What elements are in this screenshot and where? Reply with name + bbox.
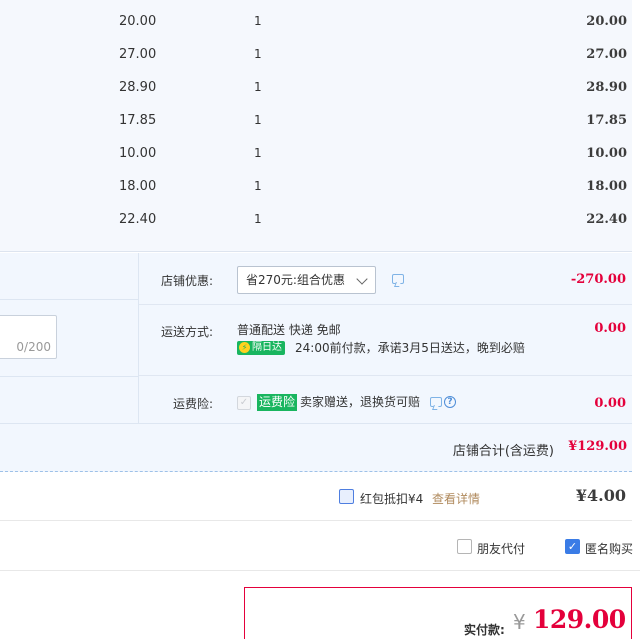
divider — [0, 376, 138, 377]
red-packet-value: ¥4.00 — [575, 486, 626, 505]
next-day-badge: ⚡ 隔日达 — [237, 341, 285, 355]
insurance-label: 运费险: — [173, 397, 214, 411]
actual-payment-value: 129.00 — [533, 605, 626, 634]
insurance-checkbox[interactable]: ✓ — [237, 396, 251, 410]
payment-summary-box: 实付款: ¥ 129.00 — [244, 587, 632, 639]
chat-bubble-icon[interactable] — [392, 274, 404, 284]
item-unit-price: 27.00 — [119, 47, 157, 62]
chevron-down-icon — [356, 273, 368, 285]
shop-total-row: 店铺合计(含运费) ¥129.00 — [0, 423, 632, 471]
payment-options-row: 朋友代付 ✓ 匿名购买 — [0, 522, 640, 571]
shop-total-value: ¥129.00 — [568, 439, 627, 454]
item-subtotal: 17.85 — [586, 113, 627, 128]
shipping-row: 运送方式: 普通配送 快递 免邮 ⚡ 隔日达 24:00前付款，承诺3月5日送达，… — [139, 305, 632, 376]
buyer-message-input[interactable]: 0/200 — [0, 315, 57, 359]
item-subtotal: 28.90 — [586, 80, 627, 95]
red-packet-label: 红包抵扣¥4 — [360, 492, 424, 506]
discount-amount: -270.00 — [570, 272, 626, 287]
shipping-promise: 24:00前付款，承诺3月5日送达，晚到必赔 — [295, 341, 525, 355]
item-row: 18.00 1 18.00 — [0, 170, 632, 203]
anonymous-checkbox[interactable]: ✓ — [565, 539, 580, 554]
shop-section: 0/200 店铺优惠: 省270元:组合优惠 -270.00 运送方式: 普通配… — [0, 253, 632, 472]
item-quantity: 1 — [254, 212, 262, 226]
discount-select[interactable]: 省270元:组合优惠 — [237, 266, 376, 294]
friend-pay-checkbox[interactable] — [457, 539, 472, 554]
item-quantity: 1 — [254, 146, 262, 160]
actual-payment-label: 实付款: — [464, 623, 505, 637]
item-unit-price: 10.00 — [119, 146, 157, 161]
item-subtotal: 18.00 — [586, 179, 627, 194]
anonymous-label[interactable]: 匿名购买 — [585, 540, 633, 557]
item-subtotal: 27.00 — [586, 47, 627, 62]
divider — [0, 299, 138, 300]
item-unit-price: 28.90 — [119, 80, 157, 95]
item-unit-price: 18.00 — [119, 179, 157, 194]
insurance-amount: 0.00 — [594, 396, 626, 411]
chat-bubble-icon[interactable] — [430, 397, 442, 407]
item-row: 10.00 1 10.00 — [0, 137, 632, 170]
view-details-link[interactable]: 查看详情 — [432, 490, 480, 507]
discount-selected-value: 省270元:组合优惠 — [246, 273, 345, 287]
red-packet-row: 红包抵扣¥4 查看详情 ¥4.00 — [0, 473, 632, 521]
item-quantity: 1 — [254, 14, 262, 28]
order-items-table: 20.00 1 20.00 27.00 1 27.00 28.90 1 28.90 17.85 1 1… — [0, 0, 632, 252]
item-quantity: 1 — [254, 80, 262, 94]
lightning-icon: ⚡ — [239, 342, 250, 353]
item-row: 17.85 1 17.85 — [0, 104, 632, 137]
discount-label: 店铺优惠: — [161, 274, 214, 288]
friend-pay-label[interactable]: 朋友代付 — [477, 540, 525, 557]
item-row: 27.00 1 27.00 — [0, 38, 632, 71]
question-icon[interactable]: ? — [444, 396, 456, 408]
shipping-amount: 0.00 — [594, 321, 626, 336]
shop-total-label: 店铺合计(含运费) — [452, 444, 554, 459]
item-quantity: 1 — [254, 47, 262, 61]
shipping-label: 运送方式: — [161, 325, 214, 339]
item-row: 28.90 1 28.90 — [0, 71, 632, 104]
item-row: 22.40 1 22.40 — [0, 203, 632, 236]
shipping-method: 普通配送 快递 免邮 — [237, 323, 341, 337]
item-row: 20.00 1 20.00 — [0, 5, 632, 38]
item-subtotal: 22.40 — [586, 212, 627, 227]
shop-discount-row: 店铺优惠: 省270元:组合优惠 -270.00 — [139, 253, 632, 305]
item-unit-price: 17.85 — [119, 113, 157, 128]
next-day-badge-label: 隔日达 — [252, 342, 282, 353]
insurance-description: 卖家赠送，退换货可赔 — [300, 395, 421, 409]
red-packet-checkbox[interactable] — [339, 489, 354, 504]
insurance-row: 运费险: ✓ 运费险 卖家赠送，退换货可赔 ? 0.00 — [139, 376, 632, 423]
item-quantity: 1 — [254, 179, 262, 193]
item-quantity: 1 — [254, 113, 262, 127]
item-unit-price: 22.40 — [119, 212, 157, 227]
item-subtotal: 20.00 — [586, 14, 627, 29]
item-subtotal: 10.00 — [586, 146, 627, 161]
currency-symbol: ¥ — [513, 610, 526, 634]
message-char-count: 0/200 — [16, 340, 51, 354]
insurance-badge: 运费险 — [257, 394, 298, 411]
item-unit-price: 20.00 — [119, 14, 157, 29]
